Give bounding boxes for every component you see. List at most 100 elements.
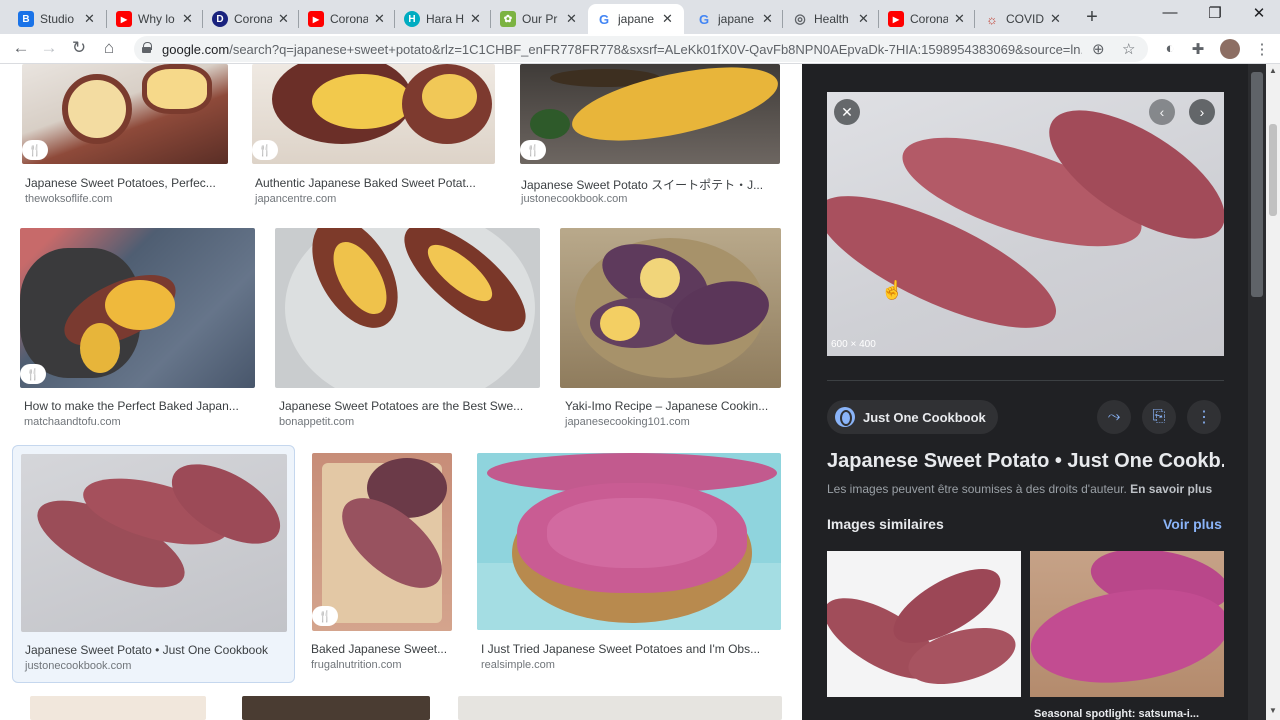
result-thumbnail[interactable] [560, 228, 781, 388]
result-thumbnail[interactable] [458, 696, 782, 720]
result-source[interactable]: justonecookbook.com [521, 193, 627, 205]
browser-tab[interactable]: B Studio ✕ [10, 4, 103, 34]
image-result[interactable]: Japanese Sweet Potatoes are the Best Swe… [275, 228, 545, 428]
result-source[interactable]: realsimple.com [481, 659, 555, 671]
page-scrollbar-thumb[interactable] [1269, 124, 1277, 216]
favicon-icon: B [18, 11, 34, 27]
result-source[interactable]: bonappetit.com [279, 416, 354, 428]
menu-icon[interactable]: ⋮ [1252, 40, 1272, 58]
result-thumbnail[interactable] [30, 696, 206, 720]
result-source[interactable]: japanesecooking101.com [565, 416, 690, 428]
tab-strip: B Studio ✕ ▶ Why lo ✕ D Corona ✕ ▶ Coron… [0, 0, 1280, 34]
tab-title: Studio [40, 12, 75, 26]
result-thumbnail[interactable] [477, 453, 781, 630]
bookmark-star-icon[interactable]: ☆ [1122, 40, 1135, 58]
close-tab-icon[interactable]: ✕ [858, 11, 869, 27]
result-source[interactable]: matchaandtofu.com [24, 416, 121, 428]
back-icon[interactable]: ← [10, 38, 32, 58]
source-chip[interactable]: Just One Cookbook [827, 400, 998, 434]
reload-icon[interactable]: ↻ [68, 38, 90, 58]
close-tab-icon[interactable]: ✕ [470, 11, 481, 27]
page-scrollbar[interactable]: ▲ ▼ [1266, 64, 1280, 720]
browser-tab[interactable]: ☼ COVID- ✕ [976, 4, 1069, 34]
result-thumbnail[interactable] [22, 64, 228, 164]
result-thumbnail[interactable] [252, 64, 495, 164]
image-result[interactable]: 🍴 How to make the Perfect Baked Japan...… [20, 228, 260, 428]
forward-icon[interactable]: → [38, 38, 60, 58]
image-result[interactable]: 🍴 Authentic Japanese Baked Sweet Potat..… [250, 64, 500, 214]
preview-title[interactable]: Japanese Sweet Potato • Just One Cookb..… [827, 450, 1224, 473]
result-title[interactable]: How to make the Perfect Baked Japan... [24, 399, 254, 413]
profile-avatar[interactable] [1220, 39, 1240, 59]
result-title[interactable]: Japanese Sweet Potatoes, Perfec... [25, 176, 230, 190]
close-tab-icon[interactable]: ✕ [954, 11, 965, 27]
browser-tab[interactable]: G japane ✕ [688, 4, 781, 34]
favicon-icon: D [212, 11, 228, 27]
zoom-icon[interactable]: ⊕ [1092, 40, 1105, 58]
browser-tab[interactable]: H Hara H ✕ [396, 4, 489, 34]
result-source[interactable]: justonecookbook.com [25, 660, 131, 672]
close-tab-icon[interactable]: ✕ [566, 11, 577, 27]
close-tab-icon[interactable]: ✕ [662, 11, 673, 27]
result-source[interactable]: frugalnutrition.com [311, 659, 402, 671]
result-thumbnail[interactable] [20, 228, 255, 388]
more-options-icon[interactable]: ⋮ [1187, 400, 1221, 434]
image-result[interactable]: 🍴 Baked Japanese Sweet... frugalnutritio… [310, 452, 460, 684]
close-tab-icon[interactable]: ✕ [1050, 11, 1061, 27]
result-source[interactable]: japancentre.com [255, 193, 336, 205]
close-preview-icon[interactable]: ✕ [834, 99, 860, 125]
result-thumbnail[interactable] [275, 228, 540, 388]
learn-more-link[interactable]: En savoir plus [1130, 482, 1212, 496]
result-thumbnail[interactable] [312, 453, 452, 631]
image-result[interactable]: 🍴 Japanese Sweet Potato スイートポテト・J... jus… [518, 64, 782, 214]
panel-scrollbar-thumb[interactable] [1251, 72, 1263, 297]
result-thumbnail[interactable] [21, 454, 287, 632]
result-title[interactable]: Japanese Sweet Potato • Just One Cookboo… [25, 643, 290, 657]
browser-tab[interactable]: ◎ Health ✕ [784, 4, 877, 34]
image-result[interactable]: Yaki-Imo Recipe – Japanese Cookin... jap… [560, 228, 785, 428]
close-tab-icon[interactable]: ✕ [762, 11, 773, 27]
close-tab-icon[interactable]: ✕ [374, 11, 385, 27]
result-title[interactable]: Authentic Japanese Baked Sweet Potat... [255, 176, 495, 190]
close-tab-icon[interactable]: ✕ [278, 11, 289, 27]
extensions-puzzle-icon[interactable]: ✚ [1188, 40, 1208, 58]
similar-image[interactable] [827, 551, 1021, 697]
result-source[interactable]: thewoksoflife.com [25, 193, 112, 205]
share-icon[interactable]: ⤳ [1097, 400, 1131, 434]
browser-tab[interactable]: ▶ Corona ✕ [880, 4, 973, 34]
browser-tab[interactable]: ✿ Our Pr ✕ [492, 4, 585, 34]
close-window-icon[interactable]: ✕ [1244, 4, 1274, 22]
image-result[interactable]: I Just Tried Japanese Sweet Potatoes and… [475, 452, 785, 684]
address-bar[interactable]: google.com/search?q=japanese+sweet+potat… [134, 36, 1148, 62]
result-thumbnail[interactable] [242, 696, 430, 720]
browser-tab-active[interactable]: G japane ✕ [588, 4, 684, 34]
extension-icon[interactable]: ◐ [1160, 40, 1180, 57]
new-tab-icon[interactable]: + [1080, 6, 1104, 29]
next-image-icon[interactable]: › [1189, 99, 1215, 125]
result-title[interactable]: I Just Tried Japanese Sweet Potatoes and… [481, 642, 781, 656]
url-text[interactable]: google.com/search?q=japanese+sweet+potat… [162, 42, 1082, 57]
image-result-selected[interactable]: Japanese Sweet Potato • Just One Cookboo… [12, 445, 295, 683]
maximize-icon[interactable]: ❐ [1200, 4, 1230, 22]
youtube-icon: ▶ [308, 11, 324, 27]
image-result[interactable]: 🍴 Japanese Sweet Potatoes, Perfec... the… [20, 64, 232, 214]
browser-tab[interactable]: ▶ Corona ✕ [300, 4, 393, 34]
similar-image[interactable] [1030, 551, 1224, 697]
see-more-link[interactable]: Voir plus [1163, 516, 1222, 532]
home-icon[interactable]: ⌂ [98, 38, 120, 58]
result-title[interactable]: Yaki-Imo Recipe – Japanese Cookin... [565, 399, 782, 413]
result-title[interactable]: Japanese Sweet Potato スイートポテト・J... [521, 176, 779, 193]
browser-tab[interactable]: D Corona ✕ [204, 4, 297, 34]
result-title[interactable]: Japanese Sweet Potatoes are the Best Swe… [279, 399, 539, 413]
close-tab-icon[interactable]: ✕ [182, 11, 193, 27]
preview-image[interactable] [827, 92, 1224, 356]
save-bookmark-icon[interactable]: ⎘ [1142, 400, 1176, 434]
minimize-icon[interactable]: — [1155, 4, 1185, 21]
similar-image-caption[interactable]: Seasonal spotlight: satsuma-i... [1034, 708, 1199, 720]
source-name: Just One Cookbook [863, 409, 986, 425]
result-title[interactable]: Baked Japanese Sweet... [311, 642, 456, 656]
browser-tab[interactable]: ▶ Why lo ✕ [108, 4, 201, 34]
previous-image-icon[interactable]: ‹ [1149, 99, 1175, 125]
close-tab-icon[interactable]: ✕ [84, 11, 95, 27]
result-thumbnail[interactable] [520, 64, 780, 164]
